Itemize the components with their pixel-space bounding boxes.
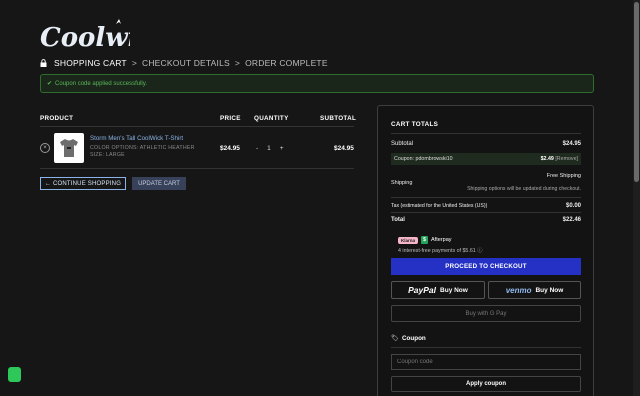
proceed-to-checkout-button[interactable]: PROCEED TO CHECKOUT [391,258,581,275]
tshirt-icon [60,139,78,157]
tax-row: Tax (estimated for the United States (US… [391,203,581,209]
afterpay-label: Afterpay [431,237,452,243]
breadcrumb-shopping-cart[interactable]: SHOPPING CART [54,58,127,68]
shipping-value-row: Free Shipping [391,173,581,179]
col-header-product: PRODUCT [40,115,74,122]
product-thumbnail[interactable] [54,133,84,163]
page-scrollbar[interactable] [633,0,640,396]
coupon-applied-label: Coupon: pdombrowski10 [394,156,453,162]
divider [40,126,354,127]
venmo-logo: venmo [505,285,532,295]
remove-item-button[interactable]: × [40,143,50,153]
afterpay-installments[interactable]: 4 interest-free payments of $5.61 ⓘ [398,246,483,254]
coupon-discount-value: $2.49 [540,156,554,162]
update-cart-button[interactable]: UPDATE CART [132,177,186,190]
klarna-badge: Klarna [398,236,419,244]
breadcrumb-order-complete[interactable]: ORDER COMPLETE [245,58,328,68]
coolwick-logo[interactable]: Coolwick [38,16,171,56]
scrollbar-thumb[interactable] [634,2,639,182]
success-notice: ✔ Coupon code applied successfully. [40,74,594,93]
qty-plus-button[interactable]: + [280,145,284,152]
chat-widget-button[interactable] [8,367,21,382]
shipping-note: Shipping options will be updated during … [467,186,581,192]
continue-shopping-button[interactable]: ← CONTINUE SHOPPING [40,177,126,190]
remove-coupon-link[interactable]: [Remove] [555,156,578,162]
google-pay-button[interactable]: Buy with G Pay [391,305,581,322]
breadcrumb: SHOPPING CART > CHECKOUT DETAILS > ORDER… [40,58,328,68]
divider [391,212,581,213]
tag-icon: 🏷 [391,335,399,342]
divider [391,133,581,134]
product-size-option: SIZE: LARGE [90,152,125,158]
notice-text: Coupon code applied successfully. [55,80,147,87]
col-header-price: PRICE [220,115,241,122]
coupon-code-input[interactable] [391,354,581,370]
logo-text: Coolwick [40,23,130,53]
tax-label: Tax (estimated for the United States (US… [391,203,488,209]
breadcrumb-checkout-details[interactable]: CHECKOUT DETAILS [142,58,230,68]
lock-icon [40,59,47,67]
divider [391,197,581,198]
qty-minus-button[interactable]: - [256,145,258,152]
cart-totals-panel: CART TOTALS Subtotal $24.95 Coupon: pdom… [377,105,594,396]
subtotal-label: Subtotal [391,141,414,147]
cart-totals-title: CART TOTALS [391,121,439,128]
breadcrumb-separator: > [131,58,137,68]
quantity-stepper: - 1 + [256,145,284,152]
total-value: $22.46 [562,217,581,223]
col-header-subtotal: SUBTOTAL [320,115,357,122]
coupon-title: Coupon [402,334,426,342]
paypal-buy-now-label: Buy Now [440,286,468,294]
venmo-buy-now-button[interactable]: venmo Buy Now [488,281,581,299]
shipping-note-row: Shipping options will be updated during … [391,186,581,192]
divider [391,347,581,348]
item-subtotal: $24.95 [334,145,354,152]
applied-coupon-row: Coupon: pdombrowski10 $2.49 [Remove] [391,153,581,165]
paypal-logo: PayPal [408,285,437,295]
afterpay-info[interactable]: Klarna $ Afterpay [398,236,452,244]
product-color-option: COLOR OPTIONS: ATHLETIC HEATHER [90,145,195,151]
tax-value: $0.00 [565,203,581,209]
total-row: Total $22.46 [391,217,581,223]
checkmark-icon: ✔ [47,81,53,87]
breadcrumb-separator: > [234,58,241,68]
coupon-section-header: 🏷 Coupon [391,334,426,343]
shipping-value: Free Shipping [546,173,581,179]
divider [40,168,354,169]
afterpay-icon: $ [421,236,429,244]
paypal-buy-now-button[interactable]: PayPal Buy Now [391,281,485,299]
col-header-quantity: QUANTITY [254,115,289,122]
product-name-link[interactable]: Storm Men's Tall CoolWick T-Shirt [90,135,183,142]
venmo-buy-now-label: Buy Now [535,286,564,294]
qty-value[interactable]: 1 [267,145,271,152]
subtotal-row: Subtotal $24.95 [391,141,581,147]
apply-coupon-button[interactable]: Apply coupon [391,376,581,392]
subtotal-value: $24.95 [562,141,581,147]
item-price: $24.95 [220,145,240,152]
total-label: Total [391,217,405,223]
